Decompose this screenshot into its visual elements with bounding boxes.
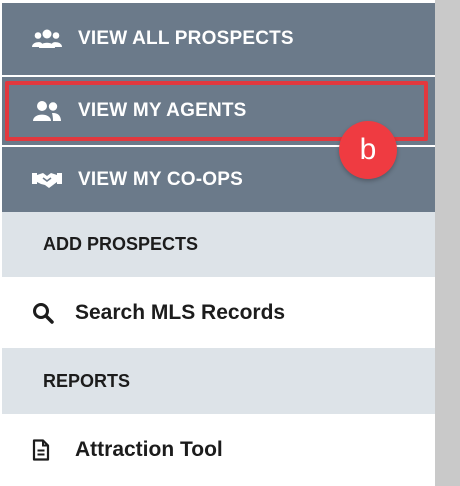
nav-item-label: VIEW MY CO-OPS [78,168,244,190]
users-group-icon [32,28,66,50]
nav-item-view-all-prospects[interactable]: VIEW ALL PROSPECTS [2,3,435,75]
handshake-icon [32,170,66,190]
section-header-add-prospects: ADD PROSPECTS [2,212,435,277]
search-icon [32,302,56,324]
step-badge-label: b [359,133,377,166]
menu-item-label: Search MLS Records [75,300,286,324]
scrollbar-track[interactable] [435,0,460,486]
section-title: ADD PROSPECTS [43,234,199,254]
section-header-reports: REPORTS [2,348,435,414]
document-icon [32,439,56,461]
menu-item-label: Attraction Tool [75,438,223,461]
step-badge: b [339,121,397,179]
sidebar-menu-screenshot: VIEW ALL PROSPECTS VIEW MY AGENTS VIEW M… [0,0,460,486]
menu-item-attraction-tool[interactable]: Attraction Tool [2,414,435,486]
nav-item-label: VIEW ALL PROSPECTS [78,28,294,49]
section-title: REPORTS [43,370,131,391]
menu-item-search-mls-records[interactable]: Search MLS Records [2,277,435,348]
